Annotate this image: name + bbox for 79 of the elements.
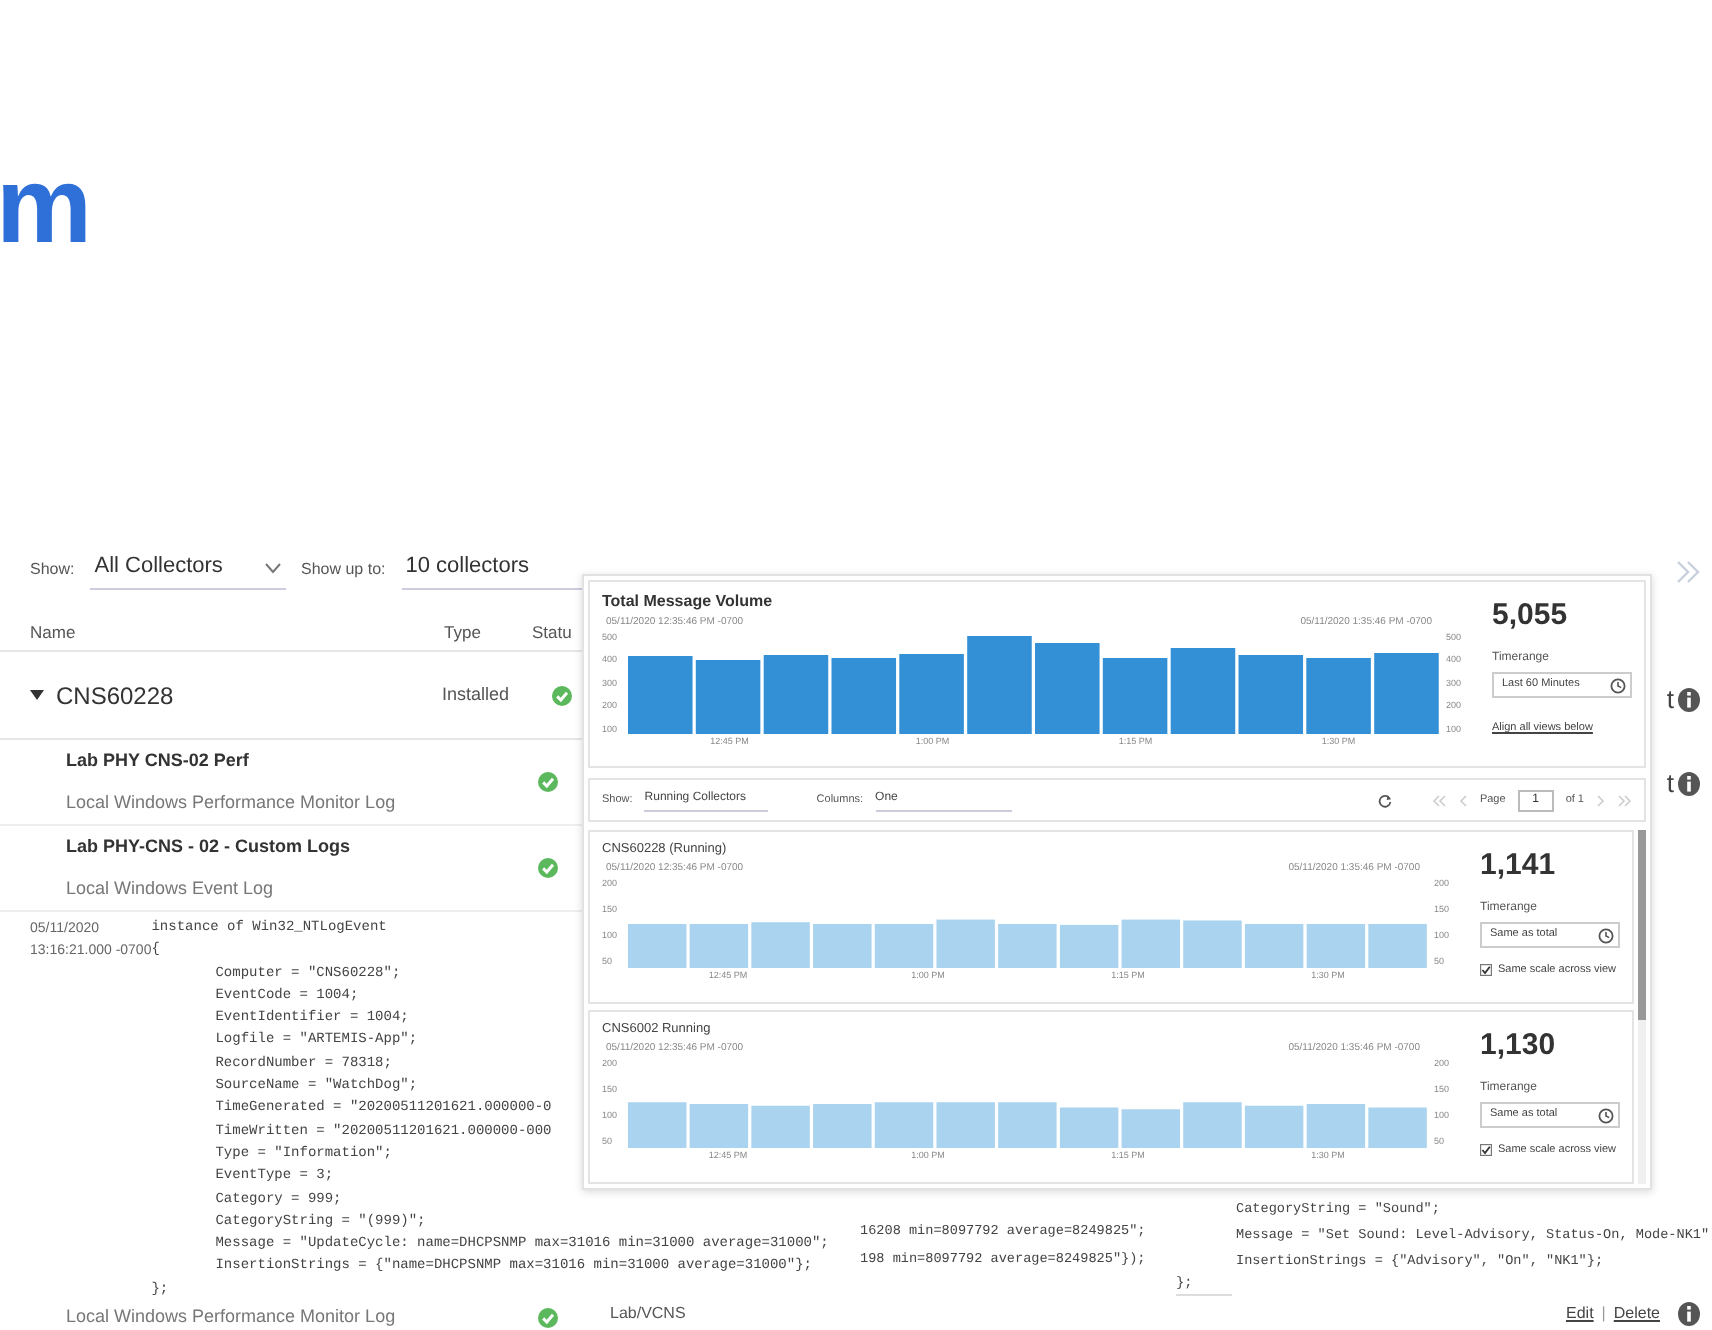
chart-bar	[751, 1105, 810, 1148]
double-chevron-left-icon[interactable]	[1431, 793, 1446, 807]
chart-bar	[628, 656, 693, 734]
collector-name: Lab/VCNS	[610, 1301, 686, 1325]
chart-bar	[874, 924, 934, 968]
chart-bar	[874, 1102, 934, 1148]
chart-bar	[1368, 1107, 1427, 1148]
chart-bar	[1102, 658, 1168, 734]
log-name[interactable]: Lab PHY CNS-02 Perf	[66, 748, 538, 775]
chart-bar	[1306, 924, 1366, 968]
column-header: Statu	[532, 620, 572, 646]
collector-type: Installed	[442, 681, 512, 708]
chevron-right-icon[interactable]	[1596, 793, 1606, 807]
filter-label: Show:	[30, 558, 75, 582]
chart-bar	[813, 1104, 872, 1148]
scrollbar[interactable]	[1638, 830, 1646, 1184]
message-count: 5,055	[1492, 596, 1570, 636]
chart-bar	[1059, 924, 1119, 968]
chart-bar	[628, 1102, 687, 1148]
chart-bar	[1035, 643, 1100, 734]
caret-down-icon[interactable]	[30, 688, 44, 702]
message-count: 1,141	[1480, 846, 1558, 886]
column-header: Type	[444, 620, 483, 646]
chart-bar	[1059, 1107, 1119, 1148]
filter-field[interactable]: All Collectors	[90, 550, 285, 590]
chart-bar	[1170, 648, 1236, 734]
column-header: Name	[30, 620, 78, 646]
chevron-left-icon[interactable]	[1457, 793, 1468, 807]
chart-bar	[813, 924, 872, 968]
chart-bar	[1244, 924, 1304, 968]
refresh-icon[interactable]	[1377, 793, 1392, 807]
log-description: Local Windows Performance Monitor Log	[66, 1304, 398, 1330]
chart-bar	[695, 660, 761, 734]
clock-icon	[1610, 677, 1626, 693]
chart-bar	[1368, 924, 1427, 968]
chart-bar	[967, 636, 1032, 734]
chart-bar	[751, 922, 810, 968]
log-description: Local Windows Event Log	[66, 875, 276, 902]
chart-bar	[689, 924, 749, 968]
info-icon	[1678, 1301, 1700, 1325]
double-chevron-right-icon[interactable]	[1676, 560, 1700, 584]
chart-bar	[763, 655, 829, 734]
chart-bar	[899, 654, 964, 734]
chart-bar	[1183, 920, 1242, 968]
chart-bar	[1244, 1105, 1304, 1148]
log-name[interactable]: Lab PHY-CNS - 02 - Custom Logs	[66, 834, 538, 861]
edit-link[interactable]: t	[1666, 764, 1674, 804]
double-chevron-right-icon[interactable]	[1618, 793, 1632, 807]
chart-bar	[1183, 1102, 1242, 1148]
chart-bar	[998, 924, 1057, 968]
chart-bar	[1306, 1104, 1366, 1148]
chart-bar	[936, 919, 995, 968]
info-icon	[1678, 772, 1700, 796]
chart-bar	[1306, 658, 1371, 734]
chart-bar	[628, 924, 687, 968]
chart-title: Total Message Volume	[602, 590, 775, 614]
chart-bar	[1121, 919, 1180, 968]
clock-icon	[1598, 1107, 1614, 1123]
checkbox[interactable]	[1480, 1144, 1492, 1157]
chart-bar	[1238, 655, 1304, 734]
message-count: 1,130	[1480, 1026, 1558, 1066]
info-icon	[1678, 688, 1700, 712]
chart-bar	[1374, 653, 1439, 734]
filter-label: Show up to:	[301, 558, 386, 582]
chart-bar	[689, 1104, 749, 1148]
heading-text: m	[0, 152, 93, 260]
clock-icon	[1598, 927, 1614, 943]
edit-link[interactable]: Edit	[1566, 1301, 1594, 1325]
chart-bar	[998, 1102, 1057, 1148]
separator: |	[1601, 1301, 1606, 1325]
edit-link[interactable]: t	[1666, 680, 1674, 720]
collector-name: CNS60228	[56, 679, 176, 713]
chart-bar	[936, 1102, 995, 1148]
delete-link[interactable]: Delete	[1613, 1301, 1660, 1325]
checkbox[interactable]	[1480, 964, 1492, 977]
log-description: Local Windows Performance Monitor Log	[66, 789, 398, 816]
chart-bar	[831, 658, 897, 734]
chart-bar	[1121, 1109, 1180, 1148]
chevron-down-icon	[263, 561, 281, 573]
